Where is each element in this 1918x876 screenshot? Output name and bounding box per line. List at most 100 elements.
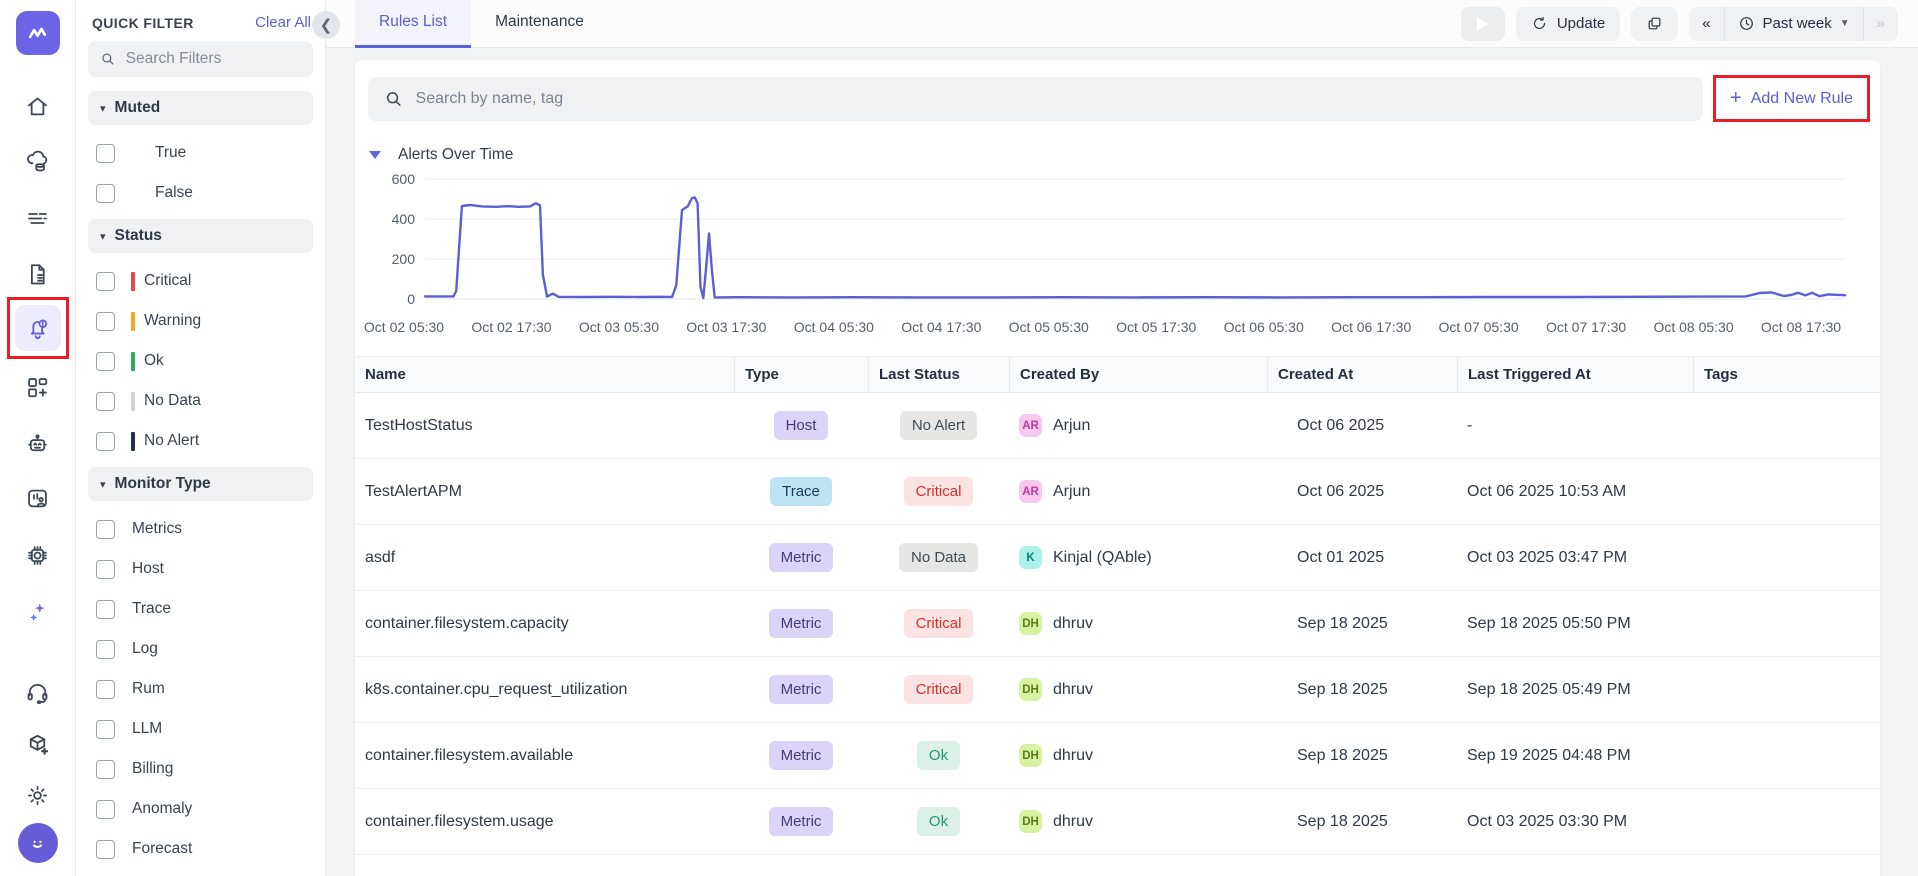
checkbox[interactable] bbox=[96, 640, 115, 659]
add-new-rule-button[interactable]: + Add New Rule bbox=[1720, 81, 1863, 116]
filter-item-warning[interactable]: Warning bbox=[88, 301, 313, 341]
filter-item-anomaly[interactable]: Anomaly bbox=[88, 789, 313, 829]
time-range-selector[interactable]: Past week ▼ bbox=[1724, 7, 1863, 41]
table-row[interactable]: asdfMetricNo DataKKinjal (QAble)Oct 01 2… bbox=[355, 525, 1880, 591]
rail-log-filters[interactable] bbox=[15, 195, 61, 241]
tab-maintenance[interactable]: Maintenance bbox=[471, 0, 608, 48]
checkbox[interactable] bbox=[96, 840, 115, 859]
time-back-button[interactable]: « bbox=[1689, 7, 1723, 41]
checkbox[interactable] bbox=[96, 680, 115, 699]
table-header: NameTypeLast StatusCreated ByCreated AtL… bbox=[355, 356, 1880, 393]
play-button[interactable] bbox=[1461, 7, 1505, 41]
clear-all-link[interactable]: Clear All bbox=[255, 14, 311, 31]
filter-item-rum[interactable]: Rum bbox=[88, 669, 313, 709]
rail-session-replay[interactable] bbox=[15, 475, 61, 521]
filter-item-forecast[interactable]: Forecast bbox=[88, 829, 313, 869]
rail-home[interactable] bbox=[15, 83, 61, 129]
update-button[interactable]: Update bbox=[1516, 7, 1620, 41]
checkbox[interactable] bbox=[96, 272, 115, 291]
created-at-cell: Sep 18 2025 bbox=[1267, 681, 1457, 699]
rule-name[interactable]: k8s.container.cpu_request_utilization bbox=[355, 681, 734, 699]
table-row[interactable]: container.filesystem.usageMetricOkDHdhru… bbox=[355, 789, 1880, 855]
rule-name[interactable]: container.filesystem.available bbox=[355, 747, 734, 765]
type-badge: Metric bbox=[769, 807, 834, 836]
rule-name[interactable]: asdf bbox=[355, 549, 734, 567]
checkbox[interactable] bbox=[96, 560, 115, 579]
checkbox[interactable] bbox=[96, 760, 115, 779]
svg-text:Oct 08 17:30: Oct 08 17:30 bbox=[1761, 319, 1841, 335]
checkbox[interactable] bbox=[96, 312, 115, 331]
checkbox[interactable] bbox=[96, 432, 115, 451]
settings-gear-icon bbox=[24, 782, 51, 809]
rail-ai-sparkle[interactable] bbox=[15, 589, 61, 635]
filter-item-ok[interactable]: Ok bbox=[88, 341, 313, 381]
filter-item-no-data[interactable]: No Data bbox=[88, 381, 313, 421]
rules-table: NameTypeLast StatusCreated ByCreated AtL… bbox=[355, 356, 1880, 855]
filter-search-input[interactable] bbox=[126, 50, 301, 68]
column-header-type[interactable]: Type bbox=[734, 357, 868, 392]
rule-name[interactable]: TestAlertAPM bbox=[355, 483, 734, 501]
filter-item-label: Critical bbox=[144, 272, 191, 290]
collapse-panel-button[interactable]: ❮ bbox=[312, 11, 340, 39]
table-row[interactable]: TestHostStatusHostNo AlertARArjunOct 06 … bbox=[355, 393, 1880, 459]
column-header-created-by[interactable]: Created By bbox=[1009, 357, 1267, 392]
collapse-chart-icon[interactable] bbox=[369, 151, 381, 159]
table-row[interactable]: k8s.container.cpu_request_utilizationMet… bbox=[355, 657, 1880, 723]
filter-item-log[interactable]: Log bbox=[88, 629, 313, 669]
column-header-last-status[interactable]: Last Status bbox=[868, 357, 1009, 392]
filter-item-host[interactable]: Host bbox=[88, 549, 313, 589]
status-cell: Ok bbox=[868, 741, 1009, 770]
rule-name[interactable]: container.filesystem.usage bbox=[355, 813, 734, 831]
checkbox[interactable] bbox=[96, 392, 115, 411]
checkbox[interactable] bbox=[96, 800, 115, 819]
rule-name[interactable]: TestHostStatus bbox=[355, 417, 734, 435]
checkbox[interactable] bbox=[96, 520, 115, 539]
section-label: Muted bbox=[115, 99, 161, 117]
filter-item-metrics[interactable]: Metrics bbox=[88, 509, 313, 549]
filter-section-muted[interactable]: ▾Muted bbox=[88, 91, 313, 125]
status-cell: Critical bbox=[868, 477, 1009, 506]
copy-button[interactable] bbox=[1631, 7, 1678, 41]
filter-item-true[interactable]: undefinedTrue bbox=[88, 133, 313, 173]
rail-user-avatar[interactable] bbox=[18, 823, 58, 863]
filter-section-monitor-type[interactable]: ▾Monitor Type bbox=[88, 467, 313, 501]
filter-search[interactable] bbox=[88, 41, 313, 77]
tab-rules-list[interactable]: Rules List bbox=[355, 0, 471, 48]
rail-bot[interactable] bbox=[15, 420, 61, 466]
rail-cpu-chip[interactable] bbox=[15, 532, 61, 578]
column-header-last-triggered-at[interactable]: Last Triggered At bbox=[1457, 357, 1693, 392]
table-row[interactable]: TestAlertAPMTraceCriticalARArjunOct 06 2… bbox=[355, 459, 1880, 525]
table-row[interactable]: container.filesystem.capacityMetricCriti… bbox=[355, 591, 1880, 657]
checkbox[interactable] bbox=[96, 352, 115, 371]
rules-search[interactable] bbox=[368, 77, 1703, 121]
filter-item-no-alert[interactable]: No Alert bbox=[88, 421, 313, 461]
rail-headset-support[interactable] bbox=[15, 669, 61, 715]
filter-item-trace[interactable]: Trace bbox=[88, 589, 313, 629]
type-cell: Metric bbox=[734, 543, 868, 572]
checkbox[interactable] bbox=[96, 720, 115, 739]
column-header-name[interactable]: Name bbox=[355, 357, 734, 392]
rail-document[interactable] bbox=[15, 251, 61, 297]
checkbox[interactable] bbox=[96, 184, 115, 203]
rail-alerts-bell[interactable] bbox=[15, 305, 61, 351]
filter-item-label: False bbox=[155, 184, 193, 202]
rail-brand-logo[interactable] bbox=[16, 11, 60, 55]
filter-item-billing[interactable]: Billing bbox=[88, 749, 313, 789]
rail-package-add[interactable] bbox=[15, 721, 61, 767]
table-row[interactable]: container.filesystem.availableMetricOkDH… bbox=[355, 723, 1880, 789]
time-forward-button[interactable]: » bbox=[1863, 7, 1898, 41]
filter-section-status[interactable]: ▾Status bbox=[88, 219, 313, 253]
rail-cloud-database[interactable] bbox=[15, 138, 61, 184]
filter-item-false[interactable]: undefinedFalse bbox=[88, 173, 313, 213]
column-header-created-at[interactable]: Created At bbox=[1267, 357, 1457, 392]
filter-item-critical[interactable]: Critical bbox=[88, 261, 313, 301]
filter-item-llm[interactable]: LLM bbox=[88, 709, 313, 749]
rail-settings-gear[interactable] bbox=[15, 772, 61, 818]
rail-dashboard-add[interactable] bbox=[15, 364, 61, 410]
checkbox[interactable] bbox=[96, 144, 115, 163]
rules-search-input[interactable] bbox=[416, 90, 1687, 108]
creator-name: Arjun bbox=[1053, 417, 1090, 435]
checkbox[interactable] bbox=[96, 600, 115, 619]
column-header-tags[interactable]: Tags bbox=[1693, 357, 1880, 392]
rule-name[interactable]: container.filesystem.capacity bbox=[355, 615, 734, 633]
